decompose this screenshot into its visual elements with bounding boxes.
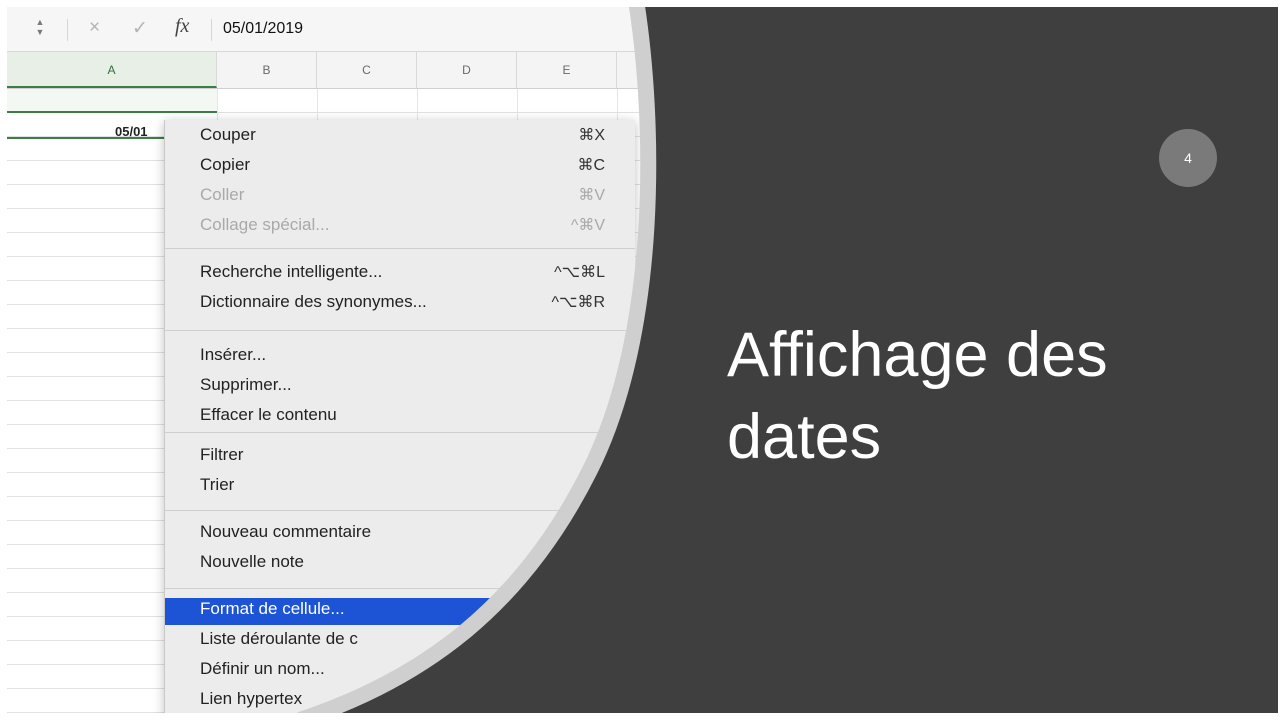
formula-divider <box>211 19 212 41</box>
menu-separator <box>165 248 635 249</box>
column-header-d[interactable]: D <box>417 52 517 88</box>
slide-title-line: Affichage des <box>727 320 1108 390</box>
slide-number-badge: 4 <box>1159 129 1217 187</box>
menu-separator <box>165 510 635 511</box>
menu-shortcut: ^⌥⌘R <box>551 294 605 311</box>
menu-item[interactable]: Couper <box>200 125 256 145</box>
menu-item[interactable]: Filtrer <box>200 445 243 465</box>
header-row[interactable] <box>7 89 217 113</box>
menu-shortcut: ⌘V <box>578 187 605 204</box>
slide: ▲ ▼ × ✓ fx 05/01/2019 A B C D E 05/01 Co… <box>0 0 1285 720</box>
formula-divider <box>67 19 68 41</box>
menu-item[interactable]: Liste déroulante de c <box>200 629 358 649</box>
menu-item[interactable]: Trier <box>200 475 234 495</box>
column-headers: A B C D E <box>7 52 707 89</box>
column-header-e[interactable]: E <box>517 52 617 88</box>
function-icon[interactable]: fx <box>175 15 189 38</box>
slide-title-line: dates <box>727 402 882 472</box>
menu-item[interactable]: Supprimer... <box>200 375 292 395</box>
menu-item[interactable]: Dictionnaire des synonymes... <box>200 292 427 312</box>
formula-bar: ▲ ▼ × ✓ fx 05/01/2019 <box>7 7 707 52</box>
menu-shortcut: ^⌘V <box>570 217 605 234</box>
menu-shortcut: ^⌥⌘L <box>554 264 605 281</box>
stepper-icon[interactable]: ▲ ▼ <box>33 17 47 41</box>
column-header-b[interactable]: B <box>217 52 317 88</box>
menu-separator <box>165 432 635 433</box>
menu-item[interactable]: Insérer... <box>200 345 266 365</box>
menu-item[interactable]: Recherche intelligente... <box>200 262 382 282</box>
formula-input[interactable]: 05/01/2019 <box>223 20 303 38</box>
menu-item[interactable]: Nouvelle note <box>200 552 304 572</box>
menu-item[interactable]: Effacer le contenu <box>200 405 337 425</box>
menu-separator <box>165 588 635 589</box>
menu-item[interactable]: Copier <box>200 155 250 175</box>
menu-item[interactable]: Nouveau commentaire <box>200 522 371 542</box>
menu-separator <box>165 330 635 331</box>
context-menu: Couper ⌘X Copier ⌘C Coller ⌘V Collage spécial.… <box>164 120 635 720</box>
confirm-icon[interactable]: ✓ <box>132 17 148 40</box>
menu-item[interactable]: Format de cellule... <box>200 599 345 619</box>
menu-item: Coller <box>200 185 245 204</box>
slide-title: Affichage des dates <box>727 314 1247 478</box>
column-header-c[interactable]: C <box>317 52 417 88</box>
menu-item[interactable]: Lien hypertex <box>200 689 302 709</box>
cancel-icon[interactable]: × <box>89 17 100 39</box>
excel-window: ▲ ▼ × ✓ fx 05/01/2019 A B C D E 05/01 Co… <box>7 7 707 713</box>
menu-shortcut: ⌘C <box>577 157 605 174</box>
menu-shortcut: ⌘X <box>578 127 605 144</box>
menu-item: Collage spécial... <box>200 215 330 234</box>
column-header-a[interactable]: A <box>7 52 217 88</box>
menu-item[interactable]: Définir un nom... <box>200 659 325 679</box>
cell-value: 05/01 <box>115 124 148 139</box>
